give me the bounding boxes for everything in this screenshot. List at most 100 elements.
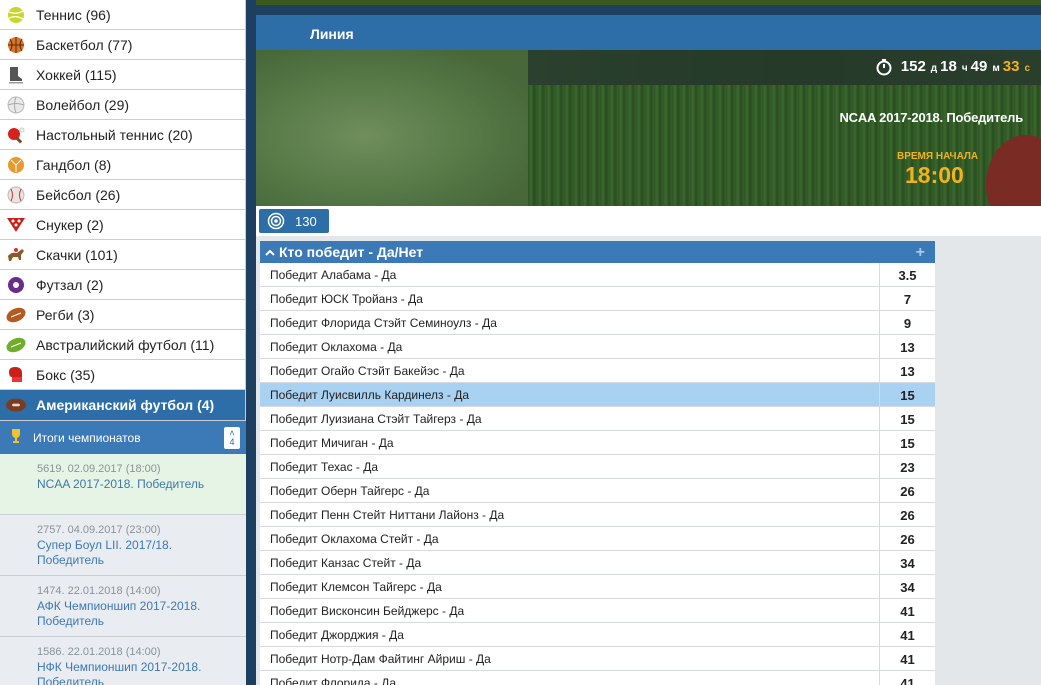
sport-item[interactable]: Футзал (2) xyxy=(0,270,246,300)
odds-button[interactable]: 41 xyxy=(880,623,935,646)
timer-minutes-unit: м xyxy=(992,63,1000,74)
market-row[interactable]: Победит Техас - Да 23 xyxy=(260,455,935,479)
subcategory-label: Итоги чемпионатов xyxy=(33,430,141,445)
sport-item[interactable]: Баскетбол (77) xyxy=(0,30,246,60)
handball-icon xyxy=(5,154,27,176)
plus-icon[interactable]: + xyxy=(916,244,925,262)
sport-item-label: Волейбол (29) xyxy=(36,96,130,113)
outcome-name: Победит Алабама - Да xyxy=(260,263,880,286)
odds-button[interactable]: 13 xyxy=(880,335,935,358)
odds-button[interactable]: 26 xyxy=(880,527,935,550)
market-row[interactable]: Победит Канзас Стейт - Да 34 xyxy=(260,551,935,575)
market-row[interactable]: Победит Флорида Стэйт Семиноулз - Да 9 xyxy=(260,311,935,335)
sport-item-label: Баскетбол (77) xyxy=(36,36,133,53)
odds-button[interactable]: 15 xyxy=(880,431,935,454)
line-title: Линия xyxy=(310,26,354,42)
start-time-label: ВРЕМЯ НАЧАЛА xyxy=(897,151,979,162)
odds-button[interactable]: 41 xyxy=(880,647,935,670)
line-header: Линия xyxy=(256,15,1041,50)
market-row[interactable]: Победит Висконсин Бейджерс - Да 41 xyxy=(260,599,935,623)
market-row[interactable]: Победит Оберн Тайгерс - Да 26 xyxy=(260,479,935,503)
market-row[interactable]: Победит Алабама - Да 3.5 xyxy=(260,263,935,287)
sport-item[interactable]: Гандбол (8) xyxy=(0,150,246,180)
odds-button[interactable]: 41 xyxy=(880,671,935,685)
market-row[interactable]: Победит Флорида - Да 41 xyxy=(260,671,935,685)
event-meta: 5619. 02.09.2017 (18:00) xyxy=(37,463,161,475)
sport-item[interactable]: Австралийский футбол (11) xyxy=(0,330,246,360)
event-list: 5619. 02.09.2017 (18:00) NCAA 2017-2018. … xyxy=(0,454,246,685)
sport-item[interactable]: Волейбол (29) xyxy=(0,90,246,120)
market-row[interactable]: Победит Пенн Стейт Ниттани Лайонз - Да 26 xyxy=(260,503,935,527)
market-who-wins: Кто победит - Да/Нет + Победит Алабама -… xyxy=(260,241,935,685)
american-football-icon xyxy=(5,394,27,416)
outcome-name: Победит ЮСК Тройанз - Да xyxy=(260,287,880,310)
sport-item[interactable]: Регби (3) xyxy=(0,300,246,330)
banner-background xyxy=(256,50,528,206)
main-content: Линия 152 д 18 ч 49 м 33 с NCAA 2017-201… xyxy=(256,0,1041,685)
countdown-timer: 152 д 18 ч 49 м 33 с xyxy=(875,58,1033,76)
outcome-name: Победит Нотр-Дам Файтинг Айриш - Да xyxy=(260,647,880,670)
odds-button[interactable]: 26 xyxy=(880,479,935,502)
sport-item[interactable]: Бокс (35) xyxy=(0,360,246,390)
event-meta: 1474. 22.01.2018 (14:00) xyxy=(37,585,161,597)
sport-item[interactable]: Снукер (2) xyxy=(0,210,246,240)
market-row[interactable]: Победит Нотр-Дам Файтинг Айриш - Да 41 xyxy=(260,647,935,671)
odds-button[interactable]: 9 xyxy=(880,311,935,334)
outcome-name: Победит Канзас Стейт - Да xyxy=(260,551,880,574)
sport-list: Теннис (96) Баскетбол (77) Хоккей (115) Вол… xyxy=(0,0,246,390)
event-name: NCAA 2017-2018. Победитель xyxy=(37,477,205,491)
sport-item[interactable]: Скачки (101) xyxy=(0,240,246,270)
timer-hours: 18 xyxy=(940,58,957,75)
odds-button[interactable]: 7 xyxy=(880,287,935,310)
sport-item[interactable]: Бейсбол (26) xyxy=(0,180,246,210)
outcome-name: Победит Оклахома Стейт - Да xyxy=(260,527,880,550)
sport-item[interactable]: Настольный теннис (20) xyxy=(0,120,246,150)
sport-item-label: Американский футбол (4) xyxy=(36,397,215,413)
basketball-icon xyxy=(5,34,27,56)
market-row[interactable]: Победит Огайо Стэйт Бакейэс - Да 13 xyxy=(260,359,935,383)
odds-button[interactable]: 15 xyxy=(880,407,935,430)
markets-count-badge[interactable]: 130 xyxy=(259,209,329,233)
odds-button[interactable]: 3.5 xyxy=(880,263,935,286)
event-list-item[interactable]: 1474. 22.01.2018 (14:00) АФК Чемпионшип 2… xyxy=(0,576,246,637)
market-row[interactable]: Победит ЮСК Тройанз - Да 7 xyxy=(260,287,935,311)
sport-item-label: Бокс (35) xyxy=(36,366,96,383)
market-row[interactable]: Победит Клемсон Тайгерс - Да 34 xyxy=(260,575,935,599)
event-name: Супер Боул LII. 2017/18. xyxy=(37,538,173,552)
event-list-item[interactable]: 5619. 02.09.2017 (18:00) NCAA 2017-2018. … xyxy=(0,454,246,515)
event-meta: 1586. 22.01.2018 (14:00) xyxy=(37,646,161,658)
table-tennis-icon xyxy=(5,124,27,146)
odds-button[interactable]: 15 xyxy=(880,383,935,406)
sport-item-american-football[interactable]: Американский футбол (4) xyxy=(0,390,246,421)
market-row[interactable]: Победит Мичиган - Да 15 xyxy=(260,431,935,455)
subcategory-count[interactable]: ˄ 4 xyxy=(224,427,240,449)
market-row[interactable]: Победит Оклахома - Да 13 xyxy=(260,335,935,359)
event-list-item[interactable]: 2757. 04.09.2017 (23:00) Супер Боул LII. … xyxy=(0,515,246,576)
event-list-item[interactable]: 1586. 22.01.2018 (14:00) НФК Чемпионшип 2… xyxy=(0,637,246,685)
outcome-name: Победит Флорида - Да xyxy=(260,671,880,685)
outcome-name: Победит Висконсин Бейджерс - Да xyxy=(260,599,880,622)
snooker-icon xyxy=(5,214,27,236)
timer-seconds-unit: с xyxy=(1024,63,1030,74)
sport-item-label: Снукер (2) xyxy=(36,216,104,233)
futsal-icon xyxy=(5,274,27,296)
odds-button[interactable]: 26 xyxy=(880,503,935,526)
odds-button[interactable]: 34 xyxy=(880,551,935,574)
sport-item-label: Хоккей (115) xyxy=(36,66,117,83)
sport-item[interactable]: Теннис (96) xyxy=(0,0,246,30)
odds-button[interactable]: 34 xyxy=(880,575,935,598)
markets-count-value: 130 xyxy=(295,213,317,229)
odds-button[interactable]: 41 xyxy=(880,599,935,622)
market-row[interactable]: Победит Оклахома Стейт - Да 26 xyxy=(260,527,935,551)
outcome-name: Победит Техас - Да xyxy=(260,455,880,478)
sport-item[interactable]: Хоккей (115) xyxy=(0,60,246,90)
odds-button[interactable]: 13 xyxy=(880,359,935,382)
odds-button[interactable]: 23 xyxy=(880,455,935,478)
market-header[interactable]: Кто победит - Да/Нет + xyxy=(260,241,935,263)
market-row[interactable]: Победит Луизиана Стэйт Тайгерз - Да 15 xyxy=(260,407,935,431)
market-row[interactable]: Победит Джорджия - Да 41 xyxy=(260,623,935,647)
outcome-name: Победит Луисвилль Кардинелз - Да xyxy=(260,383,880,406)
outcome-name: Победит Мичиган - Да xyxy=(260,431,880,454)
market-row[interactable]: Победит Луисвилль Кардинелз - Да 15 xyxy=(260,383,935,407)
subcategory-championship-results[interactable]: Итоги чемпионатов ˄ 4 xyxy=(0,421,246,454)
